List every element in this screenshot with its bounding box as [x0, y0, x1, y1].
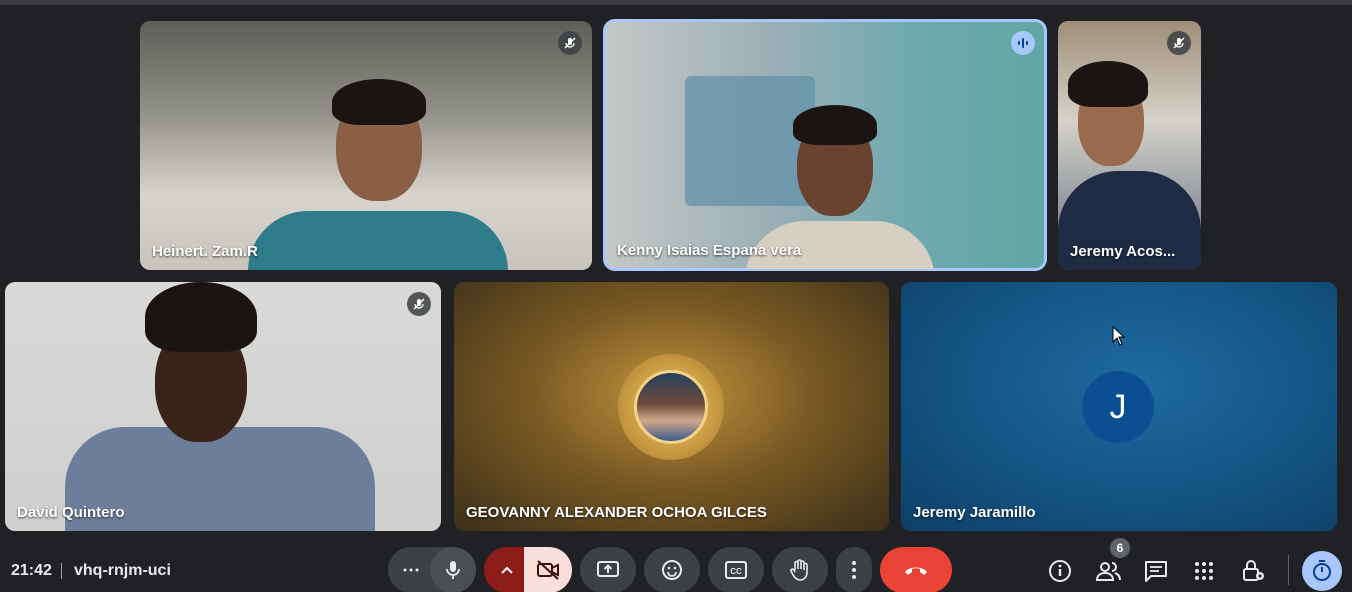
phone-hangup-icon	[905, 567, 927, 575]
more-options-button[interactable]	[396, 547, 426, 592]
chat-icon	[1145, 561, 1167, 582]
avatar-photo	[634, 370, 708, 444]
participant-name: David Quintero	[17, 504, 125, 521]
chevron-up-icon	[501, 566, 513, 574]
more-horizontal-icon	[403, 568, 419, 572]
participant-tile[interactable]: GEOVANNY ALEXANDER OCHOA GILCES	[454, 282, 889, 531]
participant-tile[interactable]: Jeremy Acos...	[1058, 21, 1201, 270]
mic-off-icon	[407, 292, 431, 316]
meeting-time: 21:42	[11, 562, 52, 579]
participant-name: Jeremy Acos...	[1070, 243, 1176, 260]
mic-off-icon	[1167, 31, 1191, 55]
avatar-initial: J	[1082, 371, 1154, 443]
video-feed	[1058, 21, 1201, 270]
host-controls-icon	[1243, 560, 1264, 581]
participant-name: Jeremy Jaramillo	[913, 504, 1036, 521]
participant-name: Kenny Isaias Espana vera	[617, 242, 802, 259]
participant-tile[interactable]: Heinert. Zam.R	[140, 21, 592, 270]
camera-off-icon	[537, 560, 559, 580]
emoji-icon	[662, 560, 682, 580]
top-strip	[0, 0, 1352, 5]
mic-off-icon	[558, 31, 582, 55]
divider	[1288, 555, 1289, 585]
people-button[interactable]	[1095, 558, 1121, 584]
timer-icon	[1313, 560, 1331, 581]
audio-wave-icon	[1011, 31, 1035, 55]
divider	[61, 563, 62, 579]
video-feed	[5, 282, 441, 531]
captions-icon: CC	[725, 561, 747, 579]
video-feed	[140, 21, 592, 270]
participant-name: Heinert. Zam.R	[152, 243, 258, 260]
participant-tile[interactable]: David Quintero	[5, 282, 441, 531]
hand-icon	[790, 559, 808, 581]
svg-text:CC: CC	[730, 567, 742, 576]
avatar	[618, 354, 724, 460]
camera-button[interactable]	[524, 547, 572, 592]
participant-tile[interactable]: J Jeremy Jaramillo	[901, 282, 1337, 531]
meeting-info-button[interactable]	[1047, 558, 1073, 584]
participant-name: GEOVANNY ALEXANDER OCHOA GILCES	[466, 504, 767, 521]
participant-count-badge: 6	[1110, 538, 1130, 558]
mic-icon	[446, 561, 460, 579]
timer-button[interactable]	[1302, 551, 1342, 591]
camera-options-button[interactable]	[492, 547, 522, 592]
apps-icon	[1195, 562, 1213, 580]
microphone-button[interactable]	[430, 547, 476, 592]
chat-button[interactable]	[1143, 558, 1169, 584]
host-controls-button[interactable]	[1240, 558, 1266, 584]
leave-call-button[interactable]	[880, 547, 952, 592]
raise-hand-button[interactable]	[772, 547, 828, 592]
present-button[interactable]	[580, 547, 636, 592]
people-icon	[1095, 562, 1121, 581]
reactions-button[interactable]	[644, 547, 700, 592]
activities-button[interactable]	[1191, 558, 1217, 584]
more-button[interactable]	[836, 547, 872, 592]
more-vertical-icon	[852, 561, 856, 579]
captions-button[interactable]: CC	[708, 547, 764, 592]
video-feed	[605, 21, 1045, 269]
mouse-cursor-icon	[1112, 325, 1126, 351]
present-screen-icon	[597, 561, 619, 577]
meeting-code: vhq-rnjm-uci	[74, 562, 171, 579]
info-icon	[1049, 560, 1071, 582]
participant-tile[interactable]: Kenny Isaias Espana vera	[603, 19, 1047, 271]
